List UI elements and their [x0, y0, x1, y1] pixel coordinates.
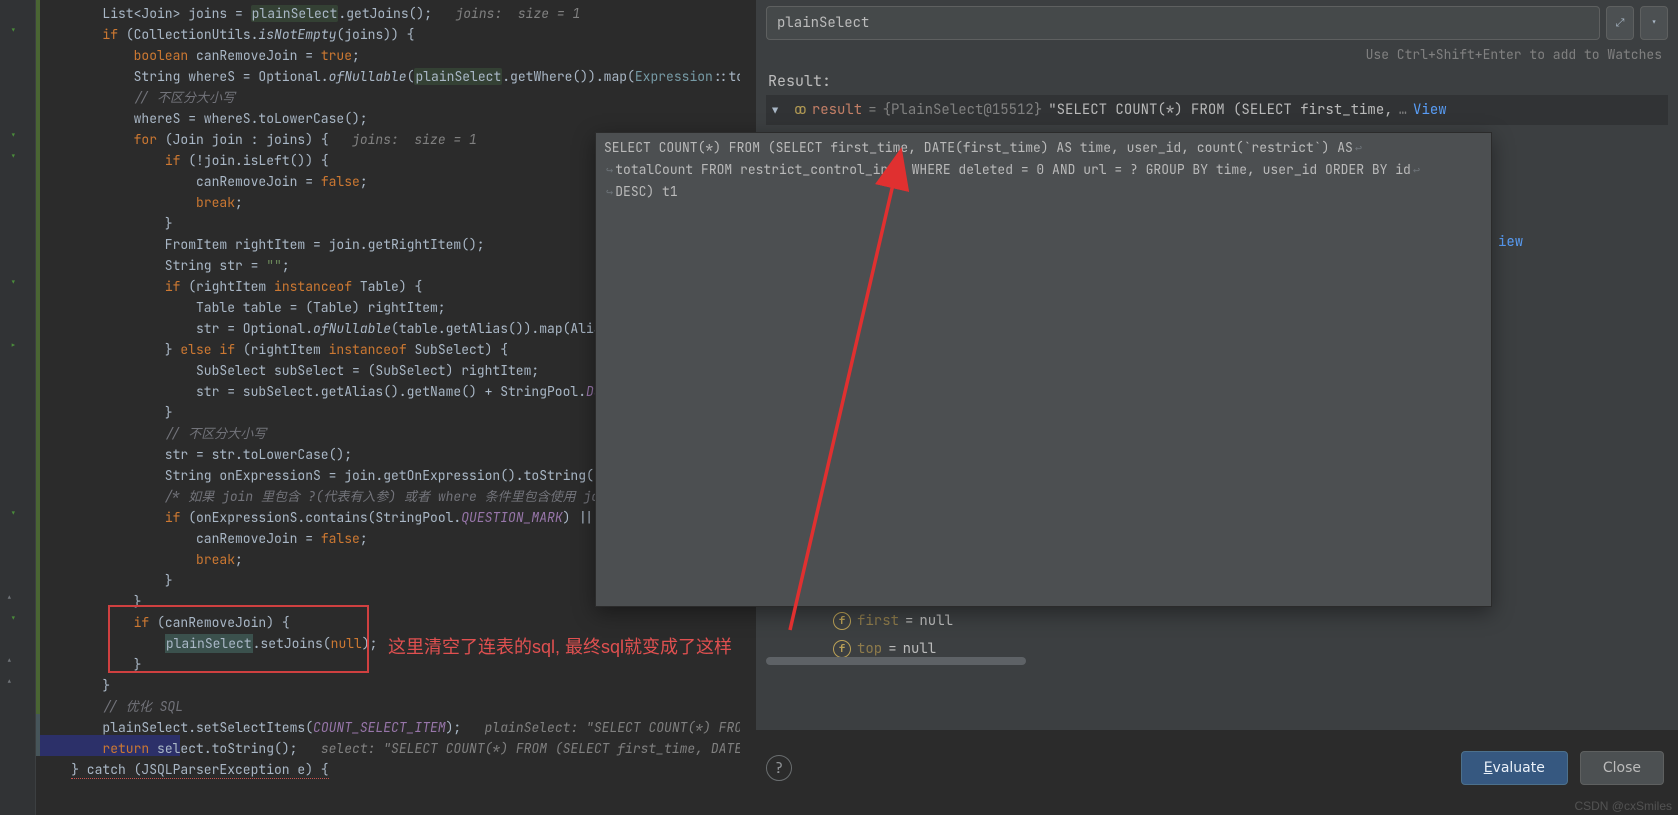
- fold-end-icon[interactable]: ▴: [6, 675, 13, 689]
- help-icon: ?: [774, 758, 783, 778]
- code-line[interactable]: break;: [40, 192, 243, 213]
- result-label: Result:: [756, 67, 1678, 95]
- fold-icon[interactable]: ▾: [10, 24, 30, 38]
- annotation-text: 这里清空了连表的sql, 最终sql就变成了这样: [388, 633, 732, 659]
- inlay-hint: joins: size = 1: [455, 5, 580, 22]
- code-line[interactable]: // 优化 SQL: [40, 696, 183, 717]
- code-line[interactable]: if (canRemoveJoin) {: [40, 612, 290, 633]
- code-line[interactable]: return select.toString(); select: "SELEC…: [40, 738, 740, 759]
- code-line[interactable]: /* 如果 join 里包含 ?(代表有入参) 或者 where 条件里包含使用…: [40, 486, 674, 507]
- code-line[interactable]: for (Join join : joins) { joins: size = …: [40, 129, 477, 150]
- fold-icon[interactable]: ▸: [10, 339, 30, 353]
- fold-icon[interactable]: ▾: [10, 612, 30, 626]
- close-button[interactable]: Close: [1580, 751, 1664, 785]
- glasses-icon: oo: [794, 101, 803, 119]
- code-line[interactable]: String whereS = Optional.ofNullable(plai…: [40, 66, 740, 87]
- code-line[interactable]: } else if (rightItem instanceof SubSelec…: [40, 339, 508, 360]
- inlay-hint: joins: size = 1: [352, 131, 477, 148]
- view-link[interactable]: View: [1413, 101, 1447, 119]
- code-line[interactable]: }: [40, 654, 141, 675]
- code-line[interactable]: String onExpressionS = join.getOnExpress…: [40, 465, 609, 486]
- fold-icon[interactable]: ▾: [10, 129, 30, 143]
- code-line[interactable]: }: [40, 675, 110, 696]
- code-line[interactable]: str = str.toLowerCase();: [40, 444, 352, 465]
- fold-icon[interactable]: ▾: [10, 507, 30, 521]
- code-line[interactable]: str = Optional.ofNullable(table.getAlias…: [40, 318, 687, 339]
- fold-icon[interactable]: ▾: [10, 276, 30, 290]
- code-line[interactable]: FromItem rightItem = join.getRightItem()…: [40, 234, 485, 255]
- inlay-hint: select: "SELECT COUNT(*) FROM (SELECT fi…: [321, 740, 740, 757]
- result-name: result: [812, 101, 862, 119]
- code-line[interactable]: canRemoveJoin = false;: [40, 171, 368, 192]
- watermark: CSDN @cxSmiles: [1568, 797, 1678, 815]
- code-line[interactable]: }: [40, 402, 173, 423]
- code-line[interactable]: if (!join.isLeft()) {: [40, 150, 329, 171]
- value-popup[interactable]: SELECT COUNT(*) FROM (SELECT first_time,…: [595, 132, 1492, 607]
- help-button[interactable]: ?: [766, 755, 792, 781]
- code-line[interactable]: List<Join> joins = plainSelect.getJoins(…: [40, 3, 580, 24]
- code-line[interactable]: }: [40, 591, 141, 612]
- view-link-partial[interactable]: iew: [1498, 233, 1523, 251]
- expression-row: ⤢ ▾: [766, 6, 1668, 40]
- field-icon: f: [833, 612, 851, 630]
- history-dropdown-icon[interactable]: ▾: [1640, 6, 1668, 40]
- expand-icon[interactable]: ⤢: [1606, 6, 1634, 40]
- code-line[interactable]: // 不区分大小写: [40, 87, 235, 108]
- chevron-down-icon[interactable]: ▶: [769, 107, 782, 113]
- inlay-hint: plainSelect: "SELECT COUNT(*) FROM (SELE…: [485, 719, 740, 736]
- fold-icon[interactable]: ▾: [10, 150, 30, 164]
- code-line[interactable]: break;: [40, 549, 243, 570]
- fold-end-icon[interactable]: ▴: [6, 591, 13, 605]
- variable-row[interactable]: f top = null: [833, 640, 936, 658]
- expression-input[interactable]: [766, 6, 1600, 40]
- evaluate-button[interactable]: Evaluate: [1461, 751, 1568, 785]
- code-line[interactable]: SubSelect subSelect = (SubSelect) rightI…: [40, 360, 539, 381]
- code-line[interactable]: str = subSelect.getAlias().getName() + S…: [40, 381, 617, 402]
- code-line[interactable]: boolean canRemoveJoin = true;: [40, 45, 360, 66]
- code-line[interactable]: String str = "";: [40, 255, 290, 276]
- code-line[interactable]: plainSelect.setJoins(null);: [40, 633, 377, 654]
- code-line[interactable]: canRemoveJoin = false;: [40, 528, 368, 549]
- code-line[interactable]: } catch (JSQLParserException e) {: [40, 759, 329, 780]
- code-line[interactable]: Table table = (Table) rightItem;: [40, 297, 446, 318]
- result-type: {PlainSelect@15512}: [883, 101, 1043, 119]
- fold-end-icon[interactable]: ▴: [6, 654, 13, 668]
- code-line[interactable]: plainSelect.setSelectItems(COUNT_SELECT_…: [40, 717, 740, 738]
- watches-hint: Use Ctrl+Shift+Enter to add to Watches: [756, 40, 1678, 67]
- field-icon: f: [833, 640, 851, 658]
- horizontal-scrollbar[interactable]: [766, 657, 1026, 665]
- variable-row[interactable]: f first = null: [833, 612, 953, 630]
- close-label: Close: [1603, 760, 1641, 776]
- code-line[interactable]: }: [40, 570, 173, 591]
- gutter: [0, 0, 36, 815]
- result-row[interactable]: ▶ oo result = {PlainSelect@15512} "SELEC…: [766, 95, 1668, 125]
- code-line[interactable]: }: [40, 213, 173, 234]
- code-line[interactable]: if (CollectionUtils.isNotEmpty(joins)) {: [40, 24, 414, 45]
- code-line[interactable]: // 不区分大小写: [40, 423, 266, 444]
- result-value: "SELECT COUNT(*) FROM (SELECT first_time…: [1048, 101, 1392, 119]
- code-line[interactable]: whereS = whereS.toLowerCase();: [40, 108, 368, 129]
- code-line[interactable]: if (rightItem instanceof Table) {: [40, 276, 422, 297]
